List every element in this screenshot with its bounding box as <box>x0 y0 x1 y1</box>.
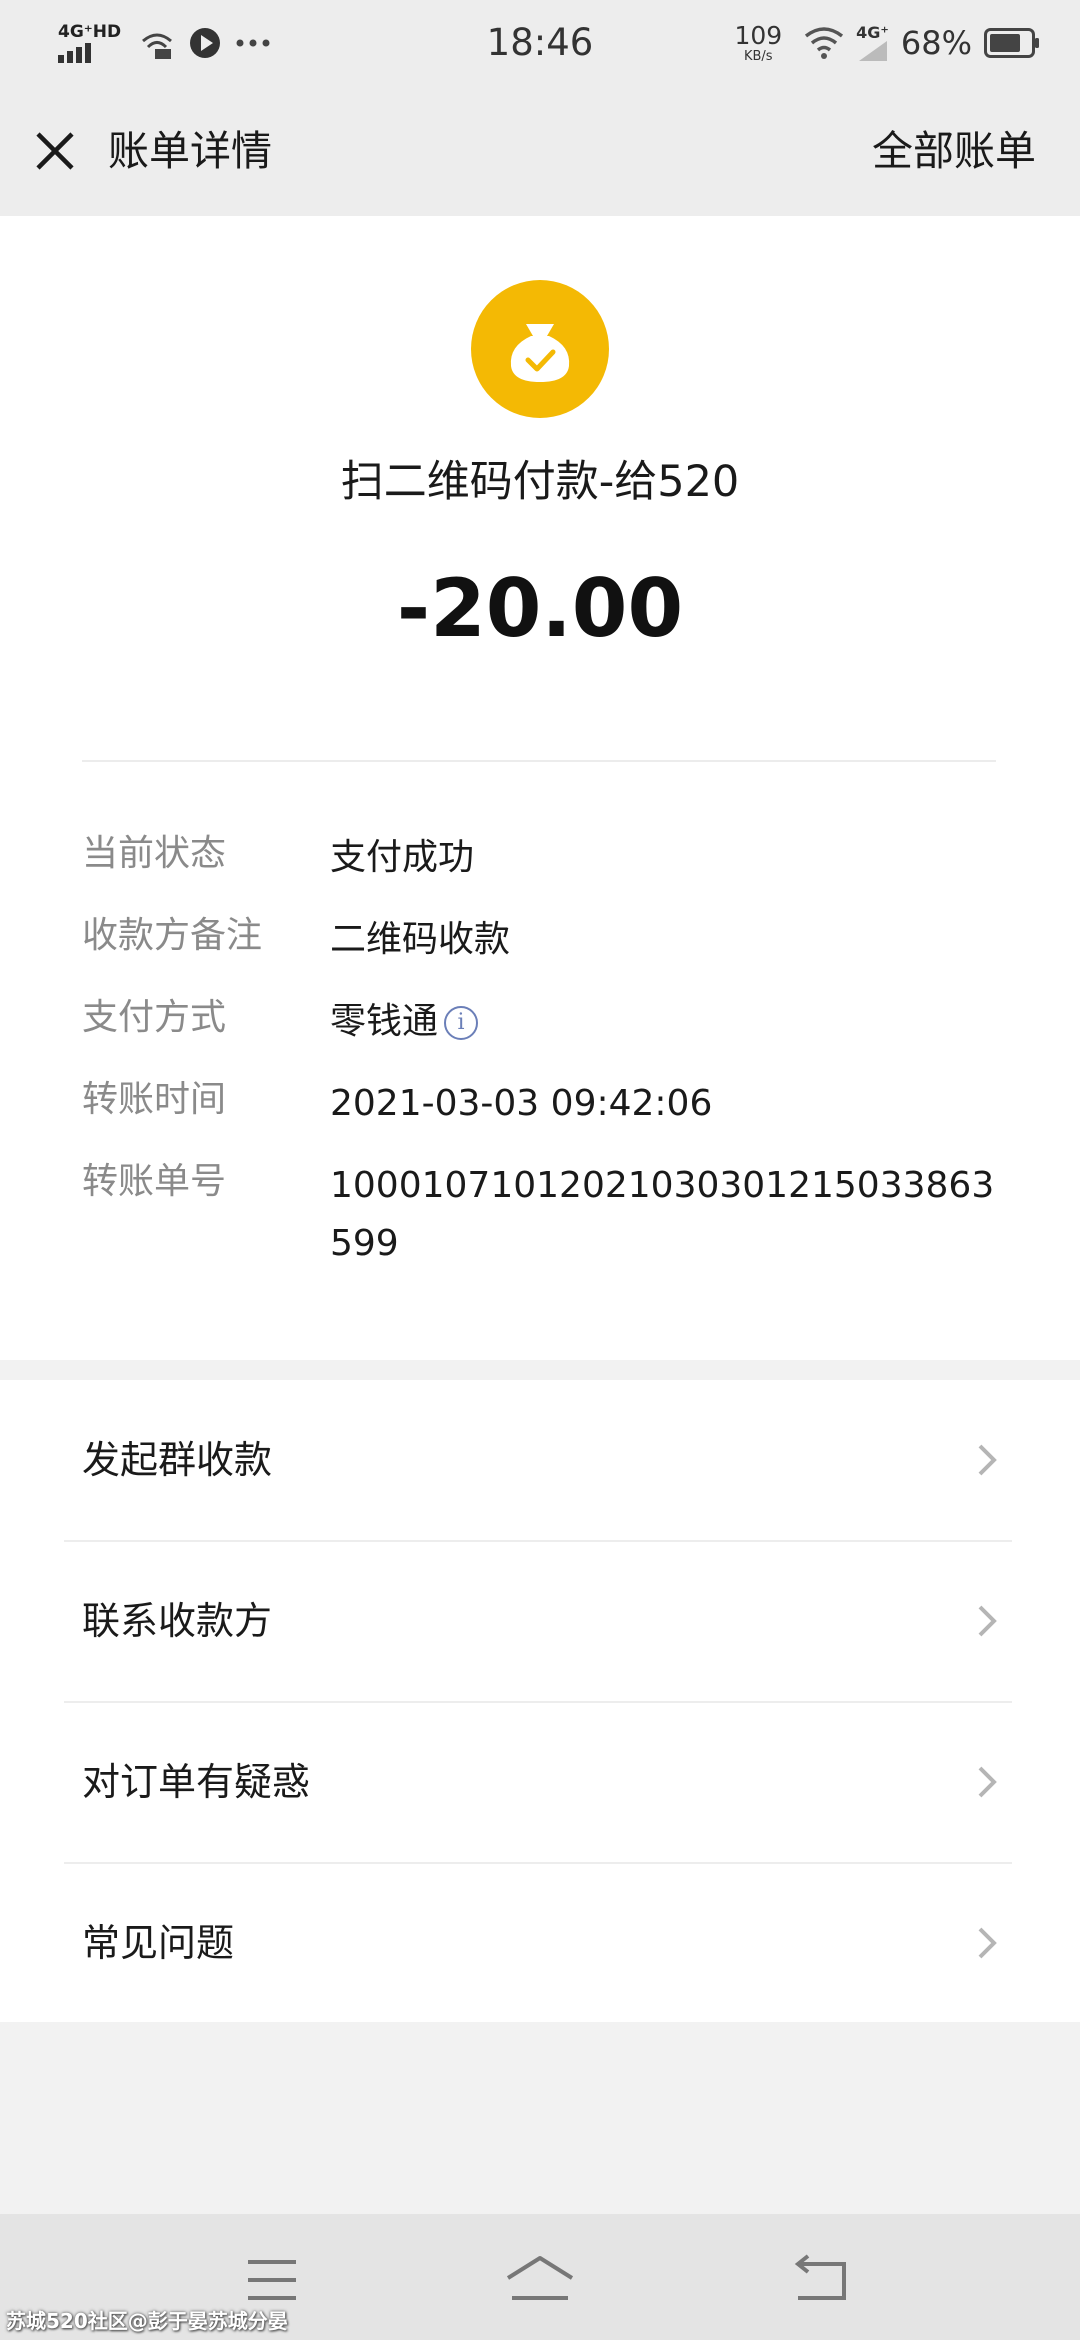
back-button[interactable] <box>784 2250 864 2310</box>
wifi-icon <box>805 27 844 59</box>
bill-detail-card: 扫二维码付款-给520 -20.00 当前状态 支付成功 收款方备注 二维码收款… <box>0 216 1080 1360</box>
chevron-right-icon <box>978 1766 997 1798</box>
menu-icon <box>248 2260 296 2300</box>
detail-label: 收款方备注 <box>82 915 263 956</box>
action-order-question[interactable]: 对订单有疑惑 <box>0 1702 1080 1862</box>
detail-label: 转账时间 <box>82 1079 227 1120</box>
chevron-right-icon <box>978 1444 997 1476</box>
cell-signal-icon <box>858 41 887 61</box>
battery-icon <box>984 28 1039 58</box>
title-bar: 账单详情 全部账单 <box>0 86 1080 216</box>
detail-value: 支付成功 <box>330 837 475 878</box>
network-speed-unit: KB/s <box>743 49 773 64</box>
back-icon <box>794 2254 846 2300</box>
close-icon <box>36 132 74 170</box>
detail-value: 2021-03-03 09:42:06 <box>330 1083 713 1124</box>
close-button[interactable] <box>30 126 80 176</box>
divider <box>82 760 996 762</box>
action-group-collect[interactable]: 发起群收款 <box>0 1380 1080 1540</box>
status-right-icons: 109 KB/s 4G⁺ 68% <box>734 18 1040 68</box>
page-title: 账单详情 <box>108 127 272 175</box>
chevron-right-icon <box>978 1927 997 1959</box>
cellular-icon: 4G⁺ <box>856 25 889 61</box>
action-label: 对订单有疑惑 <box>82 1760 311 1804</box>
network-speed-value: 109 <box>734 21 783 50</box>
detail-label: 当前状态 <box>82 833 227 874</box>
action-faq[interactable]: 常见问题 <box>0 1863 1080 2023</box>
action-list: 发起群收款 联系收款方 对订单有疑惑 常见问题 <box>0 1380 1080 2022</box>
action-contact-payee[interactable]: 联系收款方 <box>0 1541 1080 1701</box>
action-label: 联系收款方 <box>82 1599 273 1643</box>
detail-value: 二维码收款 <box>330 919 511 960</box>
battery-percent: 68% <box>900 24 972 62</box>
money-bag-icon <box>471 280 609 418</box>
detail-value: 10001071012021030301215033863599 <box>330 1165 995 1264</box>
detail-label: 支付方式 <box>82 997 227 1038</box>
action-label: 常见问题 <box>82 1921 235 1965</box>
menu-button[interactable] <box>232 2250 312 2310</box>
watermark: 苏城520社区@彭于晏苏城分晏 <box>6 2309 288 2333</box>
detail-value: 零钱通 <box>330 1001 439 1042</box>
payment-amount: -20.00 <box>396 562 684 655</box>
network-speed: 109 KB/s <box>734 23 782 63</box>
detail-label: 转账单号 <box>82 1161 227 1202</box>
cell-type-label: 4G⁺ <box>856 23 889 42</box>
status-bar: 4G⁺HD 18:46 109 KB/s 4G⁺ 68% <box>0 0 1080 86</box>
chevron-right-icon <box>978 1605 997 1637</box>
all-bills-link[interactable]: 全部账单 <box>872 122 1036 180</box>
merchant-title: 扫二维码付款-给520 <box>340 457 740 507</box>
home-icon <box>506 2256 574 2300</box>
info-icon[interactable]: i <box>444 1006 479 1040</box>
home-button[interactable] <box>500 2250 580 2310</box>
action-label: 发起群收款 <box>82 1438 273 1482</box>
